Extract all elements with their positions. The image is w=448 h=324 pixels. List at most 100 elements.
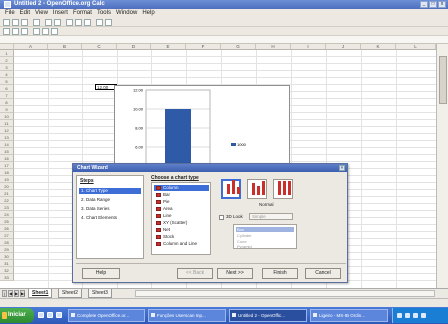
embedded-chart[interactable]: 12.0010.008.006.004.001000 [114,85,290,165]
menu-file[interactable]: File [5,9,15,18]
column-header[interactable]: G [221,44,256,50]
network-icon[interactable] [397,313,402,318]
close-window-button[interactable]: x [438,1,446,8]
chart-grid-icon[interactable] [33,28,40,35]
row-header[interactable]: 6 [0,85,14,92]
row-header[interactable]: 4 [0,71,14,78]
row-header[interactable]: 9 [0,106,14,113]
chart-type-column[interactable]: Column [154,185,209,191]
paste-icon[interactable] [84,19,91,26]
row-header[interactable]: 1 [0,50,14,57]
row-header[interactable]: 10 [0,113,14,120]
variant-stacked[interactable] [247,179,267,199]
row-header[interactable]: 27 [0,232,14,239]
column-header[interactable]: L [396,44,436,50]
row-header[interactable]: 30 [0,253,14,260]
variant-percent-stacked[interactable] [273,179,293,199]
3d-look-checkbox[interactable] [219,215,224,220]
menu-edit[interactable]: Edit [20,9,30,18]
chart-type-bar[interactable]: Bar [154,192,209,198]
row-header[interactable]: 13 [0,134,14,141]
row-header[interactable]: 5 [0,78,14,85]
row-header[interactable]: 14 [0,141,14,148]
taskbar-item[interactable]: Funções Userscan Inp... [148,309,226,322]
chart-type-net[interactable]: Net [154,227,209,233]
redo-icon[interactable] [105,19,112,26]
next-button[interactable]: Next >> [217,268,253,279]
taskbar-item[interactable]: Ligeiro - MS-IB Ordin... [310,309,388,322]
edit-file-icon[interactable] [33,19,40,26]
row-header[interactable]: 33 [0,274,14,281]
chart-type-stock[interactable]: Stock [154,234,209,240]
step-data-series[interactable]: 3. Data Series [79,206,141,212]
shape-option[interactable]: Pyramid [236,244,294,249]
column-header[interactable]: H [256,44,291,50]
chart-type-pie[interactable]: Pie [154,199,209,205]
row-header[interactable]: 3 [0,64,14,71]
vertical-scrollbar[interactable] [436,44,448,288]
column-header[interactable]: I [291,44,326,50]
row-header[interactable]: 24 [0,211,14,218]
column-header[interactable]: J [326,44,361,50]
chart-title-icon[interactable] [51,28,58,35]
row-header[interactable]: 26 [0,225,14,232]
start-button[interactable]: Iniciar [0,308,34,323]
minimize-button[interactable]: _ [420,1,428,8]
print-icon[interactable] [45,19,52,26]
column-header[interactable]: B [48,44,82,50]
undo-icon[interactable] [96,19,103,26]
shape-option[interactable]: Cylinder [236,233,294,238]
chart-type-line[interactable]: Line [154,213,209,219]
row-header[interactable]: 32 [0,267,14,274]
cut-icon[interactable] [66,19,73,26]
maximize-button[interactable]: □ [429,1,437,8]
chart-axis-icon[interactable] [42,28,49,35]
row-header[interactable]: 28 [0,239,14,246]
row-header[interactable]: 2 [0,57,14,64]
print-preview-icon[interactable] [54,19,61,26]
row-header[interactable]: 8 [0,99,14,106]
sheet-tab-1[interactable]: Sheet1 [28,289,53,298]
first-sheet-button[interactable]: |◀ [2,290,7,302]
3d-look-select[interactable]: Simple [249,213,293,220]
sheet-tab-3[interactable]: Sheet3 [88,289,112,298]
chart-bar[interactable] [165,109,191,165]
row-header[interactable]: 18 [0,169,14,176]
menu-format[interactable]: Format [73,9,92,18]
menu-view[interactable]: View [35,9,48,18]
column-header[interactable]: D [117,44,151,50]
step-data-range[interactable]: 2. Data Range [79,197,141,203]
dialog-close-button[interactable]: × [339,165,345,171]
chart-type-area[interactable]: Area [154,206,209,212]
chart-type-column-line[interactable]: Column and Line [154,241,209,247]
menu-help[interactable]: Help [142,9,154,18]
shape-option[interactable]: Box [236,227,294,232]
row-header[interactable]: 7 [0,92,14,99]
row-header[interactable]: 29 [0,246,14,253]
back-button[interactable]: << Back [177,268,213,279]
taskbar-item-active[interactable]: Untitled 2 - OpenOffic... [229,309,307,322]
chart-data-icon[interactable] [12,28,19,35]
scroll-thumb[interactable] [439,56,447,104]
media-quicklaunch-icon[interactable] [56,312,62,318]
variant-normal[interactable] [221,179,241,199]
new-document-icon[interactable] [3,19,10,26]
row-header[interactable]: 21 [0,190,14,197]
row-header[interactable]: 11 [0,120,14,127]
taskbar-item[interactable]: Complete OpenOffice.or... [68,309,145,322]
open-folder-icon[interactable] [12,19,19,26]
row-header[interactable]: 17 [0,162,14,169]
menu-window[interactable]: Window [116,9,137,18]
column-header[interactable]: E [151,44,186,50]
row-header[interactable]: 19 [0,176,14,183]
column-header[interactable]: C [82,44,117,50]
row-header[interactable]: 16 [0,155,14,162]
volume-icon[interactable] [405,313,410,318]
column-header[interactable]: K [361,44,396,50]
finish-button[interactable]: Finish [262,268,298,279]
save-icon[interactable] [21,19,28,26]
step-chart-elements[interactable]: 4. Chart Elements [79,215,141,221]
next-sheet-button[interactable]: ▶ [14,290,19,297]
chart-legend-icon[interactable] [21,28,28,35]
horizontal-scrollbar[interactable] [135,290,435,297]
